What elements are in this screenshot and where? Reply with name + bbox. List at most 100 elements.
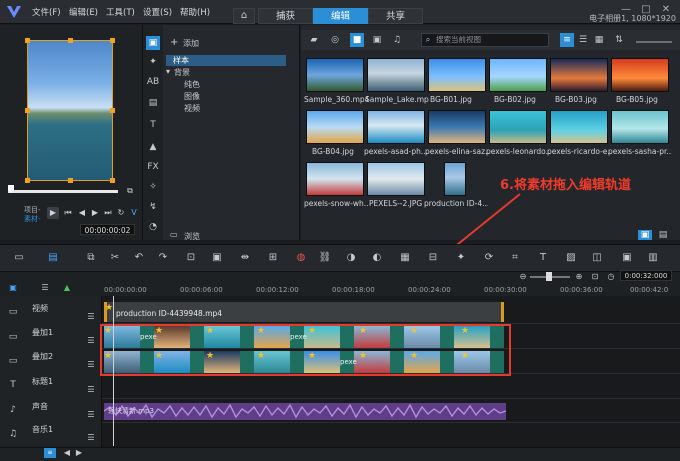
crop-handle[interactable]: [68, 38, 73, 43]
thumbnail[interactable]: [428, 110, 486, 144]
ungroup-icon[interactable]: ◐: [370, 251, 384, 265]
text-icon[interactable]: T: [536, 251, 550, 265]
thumbnail[interactable]: [367, 110, 425, 144]
track-settings-icon[interactable]: ☰: [84, 431, 98, 445]
library-option-icon[interactable]: ▣: [638, 230, 652, 240]
stabilize-icon[interactable]: ◫: [590, 251, 604, 265]
mask-icon[interactable]: ⊟: [426, 251, 440, 265]
thumbnail-view-icon[interactable]: ▦: [592, 33, 606, 47]
track-manager-icon[interactable]: ⧉: [84, 251, 98, 265]
browse-button[interactable]: 浏览: [184, 231, 200, 242]
photo-icon[interactable]: ▣: [620, 251, 634, 265]
menu-help[interactable]: 帮助(H): [180, 6, 210, 18]
tab-share[interactable]: 共享: [368, 8, 423, 24]
end-icon[interactable]: ⏭: [102, 207, 114, 219]
tab-capture[interactable]: 捕获: [258, 8, 313, 24]
menu-edit[interactable]: 编辑(E): [69, 6, 98, 18]
next-frame-icon[interactable]: ▶: [89, 207, 101, 219]
add-track-icon[interactable]: ☰: [38, 281, 52, 295]
effect-icon[interactable]: ✦: [454, 251, 468, 265]
tree-toggle-icon[interactable]: ▾: [166, 67, 170, 76]
track-settings-icon[interactable]: ☰: [84, 408, 98, 422]
add-folder-button[interactable]: 添加: [183, 38, 199, 49]
crop-handle[interactable]: [25, 178, 30, 183]
transition-icon[interactable]: AB: [146, 75, 160, 89]
crop-handle[interactable]: [110, 108, 115, 113]
thumbnail[interactable]: [367, 58, 425, 92]
screen-icon[interactable]: ▣: [210, 251, 224, 265]
fit-project-icon[interactable]: ⊡: [588, 270, 602, 284]
zoom-in-icon[interactable]: ⊕: [572, 270, 586, 284]
thumbnail[interactable]: [306, 58, 364, 92]
timeline-options-icon[interactable]: ▲: [60, 281, 74, 295]
crop-icon[interactable]: ⌗: [508, 251, 522, 265]
storyboard-view-icon[interactable]: ▭: [12, 251, 26, 265]
mode-clip[interactable]: 素材-: [24, 214, 41, 224]
export-icon[interactable]: ▥: [646, 251, 660, 265]
crop-handle[interactable]: [25, 38, 30, 43]
crop-handle[interactable]: [25, 108, 30, 113]
redo-icon[interactable]: ↷: [156, 251, 170, 265]
home-tab-icon[interactable]: ⌂: [233, 8, 255, 24]
thumbnail[interactable]: [428, 58, 486, 92]
instant-project-icon[interactable]: ✦: [146, 55, 160, 69]
thumbnail[interactable]: [306, 110, 364, 144]
repeat-icon[interactable]: ↻: [115, 207, 127, 219]
fit-timeline-icon[interactable]: ⇹: [238, 251, 252, 265]
thumbnail-size-slider[interactable]: [636, 41, 672, 43]
undo-icon[interactable]: ↶: [132, 251, 146, 265]
prev-frame-icon[interactable]: ◀: [76, 207, 88, 219]
folder-icon[interactable]: ▰: [307, 33, 321, 47]
scroll-right-icon[interactable]: ▶: [72, 446, 86, 460]
link-icon[interactable]: ⛓: [318, 251, 332, 265]
zoom-out-icon[interactable]: ⊖: [516, 270, 530, 284]
player-timecode[interactable]: 00:00:00:02: [80, 224, 135, 235]
playhead[interactable]: [113, 296, 114, 446]
library-expand-icon[interactable]: ▤: [656, 230, 670, 240]
play-icon[interactable]: ▶: [47, 207, 59, 219]
crop-handle[interactable]: [110, 38, 115, 43]
tree-item-sample[interactable]: 样本: [166, 55, 286, 66]
thumbnail[interactable]: [306, 162, 364, 196]
graphics-icon[interactable]: ▲: [146, 140, 160, 154]
thumbnail[interactable]: [550, 58, 608, 92]
menu-file[interactable]: 文件(F): [32, 6, 61, 18]
video-filter-icon[interactable]: ■: [350, 33, 364, 47]
sort-icon[interactable]: ⇅: [612, 33, 626, 47]
tree-item-video[interactable]: 视频: [184, 103, 200, 114]
thumbnail[interactable]: [489, 110, 547, 144]
preview-window[interactable]: [27, 40, 113, 181]
motion-icon[interactable]: ↯: [146, 200, 160, 214]
crop-handle[interactable]: [68, 178, 73, 183]
tree-item-background[interactable]: 背景: [174, 67, 190, 78]
track-visibility-icon[interactable]: ▣: [6, 281, 20, 295]
mute-icon[interactable]: ◍: [294, 251, 308, 265]
record-icon[interactable]: ⊡: [184, 251, 198, 265]
zoom-level-icon[interactable]: ≡: [44, 448, 56, 458]
thumbnail[interactable]: [611, 110, 669, 144]
thumbnail[interactable]: [489, 58, 547, 92]
tree-item-solid[interactable]: 纯色: [184, 79, 200, 90]
cut-icon[interactable]: ✂: [108, 251, 122, 265]
start-icon[interactable]: ⏮: [62, 207, 74, 219]
photo-filter-icon[interactable]: ▣: [370, 33, 384, 47]
fx-icon[interactable]: FX: [146, 160, 160, 174]
fit-icon[interactable]: ⧉: [124, 185, 136, 197]
browse-icon[interactable]: ▭: [170, 230, 178, 239]
menu-settings[interactable]: 设置(S): [143, 6, 172, 18]
mosaic-icon[interactable]: ▨: [564, 251, 578, 265]
tab-edit[interactable]: 编辑: [313, 8, 368, 24]
scrub-bar[interactable]: [8, 190, 118, 193]
search-input[interactable]: 搜索当前视图: [421, 33, 549, 47]
template-icon[interactable]: ▤: [146, 96, 160, 110]
details-view-icon[interactable]: ☰: [576, 33, 590, 47]
timeline-duration[interactable]: 0:00:32:000: [620, 270, 672, 281]
audio-clip[interactable]: [104, 403, 506, 420]
list-view-icon[interactable]: ≡: [560, 33, 574, 47]
menu-tools[interactable]: 工具(T): [106, 6, 135, 18]
camera-icon[interactable]: ◎: [328, 33, 342, 47]
title-icon[interactable]: T: [146, 118, 160, 132]
media-icon[interactable]: ▣: [146, 36, 160, 50]
thumbnail[interactable]: [550, 110, 608, 144]
timeline-view-icon[interactable]: ▤: [46, 251, 60, 265]
